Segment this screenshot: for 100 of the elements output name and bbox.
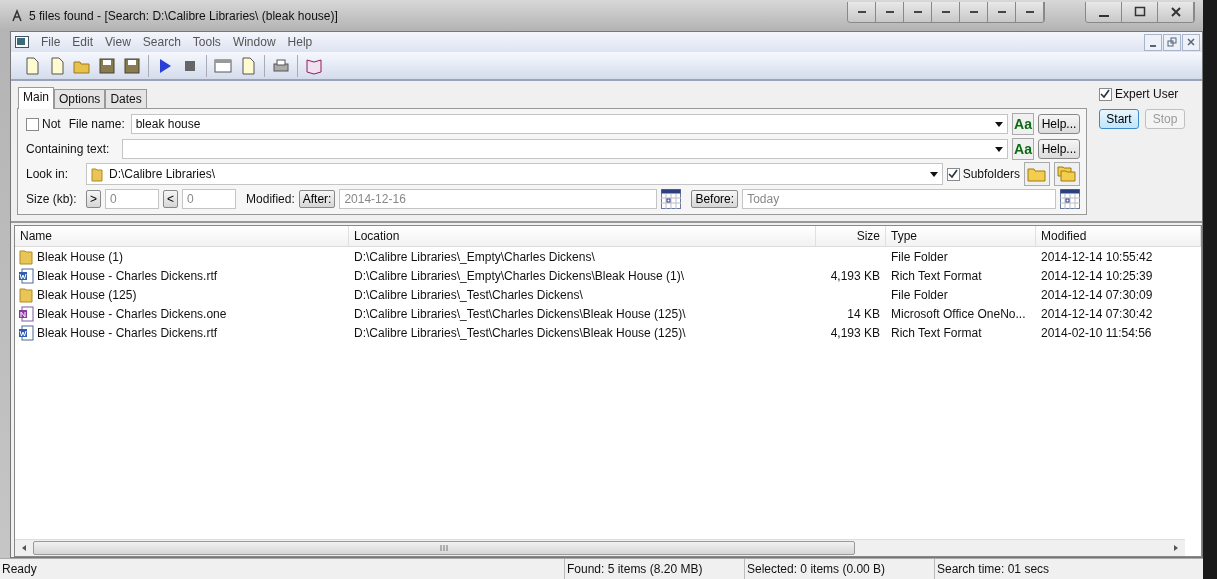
dropdown-icon bbox=[929, 171, 938, 177]
tab[interactable]: Options bbox=[54, 89, 106, 108]
date-field[interactable]: Today bbox=[742, 189, 1056, 209]
table-cell: Bleak House (125) bbox=[37, 287, 137, 302]
table-cell: Bleak House - Charles Dickens.one bbox=[37, 306, 227, 321]
column-header[interactable]: Modified bbox=[1036, 226, 1201, 246]
save-icon[interactable] bbox=[98, 56, 116, 75]
save-all-icon[interactable] bbox=[123, 56, 141, 75]
column-header[interactable]: Type bbox=[886, 226, 1036, 246]
checkbox-label: Expert User bbox=[1115, 87, 1179, 101]
status-text: Ready bbox=[0, 559, 565, 579]
file-name-field[interactable]: bleak house bbox=[130, 114, 1008, 134]
tab[interactable]: Main bbox=[18, 87, 54, 109]
column-header[interactable]: Location bbox=[349, 226, 816, 246]
calendar-icon[interactable] bbox=[661, 189, 682, 209]
scrollbar-thumb[interactable] bbox=[33, 541, 855, 555]
close-icon bbox=[1186, 37, 1196, 47]
table-cell-text: 2014-02-10 11:54:56 bbox=[1040, 325, 1153, 340]
folder-icon bbox=[18, 286, 34, 303]
menu-item[interactable]: Tools bbox=[186, 35, 227, 49]
column-header[interactable]: Size bbox=[816, 226, 886, 246]
tab[interactable]: Dates bbox=[105, 89, 147, 108]
status-text: Found: 5 items (8.20 MB) bbox=[565, 559, 745, 579]
menu-item[interactable]: Search bbox=[136, 35, 187, 49]
scroll-right-icon[interactable] bbox=[1172, 544, 1180, 552]
containing-text-field[interactable] bbox=[122, 139, 1008, 159]
table-cell-text: D:\Calibre Libraries\_Test\Charles Dickens\Bleak House (125)\ bbox=[353, 306, 687, 321]
grip-icon bbox=[440, 545, 448, 551]
minimize-button[interactable] bbox=[1144, 33, 1162, 51]
scroll-left-icon[interactable] bbox=[20, 544, 28, 552]
table-cell: 4,193 KB bbox=[830, 325, 880, 340]
new-document-icon[interactable] bbox=[48, 56, 66, 75]
less-than-button[interactable]: < bbox=[163, 190, 179, 208]
checkbox[interactable] bbox=[26, 117, 39, 131]
close-button[interactable] bbox=[1182, 33, 1200, 51]
folder-icon bbox=[18, 248, 34, 265]
table-cell: Bleak House (1) bbox=[37, 249, 124, 264]
checkbox[interactable] bbox=[1099, 87, 1112, 101]
checkbox[interactable] bbox=[946, 167, 960, 181]
dropdown-icon bbox=[995, 146, 1003, 152]
horizontal-scrollbar[interactable] bbox=[15, 539, 1185, 556]
folder-icon bbox=[91, 166, 103, 182]
table-cell-text: 2014-12-14 10:25:39 bbox=[1040, 268, 1154, 283]
maximize-button[interactable] bbox=[1122, 2, 1158, 22]
table-cell-text: D:\Calibre Libraries\_Test\Charles Dickens\ bbox=[353, 287, 584, 302]
book-icon[interactable] bbox=[305, 56, 323, 75]
restore-icon bbox=[1167, 37, 1177, 47]
after-button[interactable]: After: bbox=[298, 190, 336, 208]
dropdown-icon bbox=[995, 121, 1003, 127]
table-cell-text: File Folder bbox=[890, 249, 949, 264]
table-cell-text: D:\Calibre Libraries\_Empty\Charles Dickens\Bleak House (1)\ bbox=[353, 268, 686, 283]
menu-item[interactable]: View bbox=[99, 35, 137, 49]
document-icon bbox=[18, 305, 34, 322]
field-label: Modified: bbox=[246, 192, 295, 206]
status-text: Search time: 01 secs bbox=[936, 561, 1051, 578]
match-case-button[interactable]: Aa bbox=[1012, 138, 1034, 160]
restore-button[interactable] bbox=[1163, 33, 1181, 51]
app-icon bbox=[10, 8, 24, 23]
before-button[interactable]: Before: bbox=[691, 190, 739, 208]
date-field[interactable]: 2014-12-16 bbox=[339, 189, 658, 209]
field-label: File name: bbox=[68, 117, 126, 131]
column-header[interactable]: Name bbox=[15, 226, 349, 246]
table-cell-text: D:\Calibre Libraries\_Empty\Charles Dickens\ bbox=[353, 249, 596, 264]
folders-icon bbox=[1057, 165, 1077, 183]
minimize-icon bbox=[1098, 15, 1109, 17]
calendar-icon[interactable] bbox=[1060, 189, 1080, 209]
table-cell-text: 2014-12-14 07:30:42 bbox=[1040, 306, 1154, 321]
size-field[interactable]: 0 bbox=[105, 189, 159, 209]
menu-item[interactable]: File bbox=[35, 35, 67, 49]
properties-icon[interactable] bbox=[239, 56, 257, 75]
menu-item[interactable]: Edit bbox=[66, 35, 100, 49]
table-cell-text: Rich Text Format bbox=[890, 325, 983, 340]
look-in-field[interactable]: D:\Calibre Libraries\ bbox=[86, 163, 943, 185]
table-cell-text: D:\Calibre Libraries\_Test\Charles Dickens\Bleak House (125)\ bbox=[353, 325, 687, 340]
table-cell-text: 2014-12-14 10:55:42 bbox=[1040, 249, 1154, 264]
table-cell-text: Microsoft Office OneNo... bbox=[890, 306, 1027, 321]
size-field[interactable]: 0 bbox=[182, 189, 237, 209]
minimize-button[interactable] bbox=[1086, 2, 1122, 22]
table-cell-text: 2014-12-14 07:30:09 bbox=[1040, 287, 1154, 302]
table-cell: 14 KB bbox=[847, 306, 880, 321]
table-cell-text: Rich Text Format bbox=[890, 268, 983, 283]
printer-icon[interactable] bbox=[272, 56, 290, 75]
help-button[interactable]: Help... bbox=[1038, 114, 1080, 134]
menu-item[interactable]: Help bbox=[281, 35, 319, 49]
close-button[interactable] bbox=[1158, 2, 1194, 22]
match-case-button[interactable]: Aa bbox=[1012, 113, 1034, 135]
status-text: Selected: 0 items (0.00 B) bbox=[745, 559, 935, 579]
close-icon bbox=[1169, 6, 1182, 18]
maximize-icon bbox=[1133, 6, 1146, 18]
window-icon[interactable] bbox=[214, 56, 232, 75]
folder-icon bbox=[1027, 165, 1047, 183]
new-file-icon[interactable] bbox=[23, 56, 41, 75]
document-icon bbox=[15, 36, 29, 48]
table-cell: 4,193 KB bbox=[830, 268, 880, 283]
help-button[interactable]: Help... bbox=[1038, 139, 1080, 159]
start-button[interactable]: Start bbox=[1099, 109, 1139, 129]
document-icon bbox=[18, 267, 34, 284]
minimize-icon bbox=[1150, 44, 1156, 47]
greater-than-button[interactable]: > bbox=[86, 190, 101, 208]
menu-item[interactable]: Window bbox=[226, 35, 282, 49]
